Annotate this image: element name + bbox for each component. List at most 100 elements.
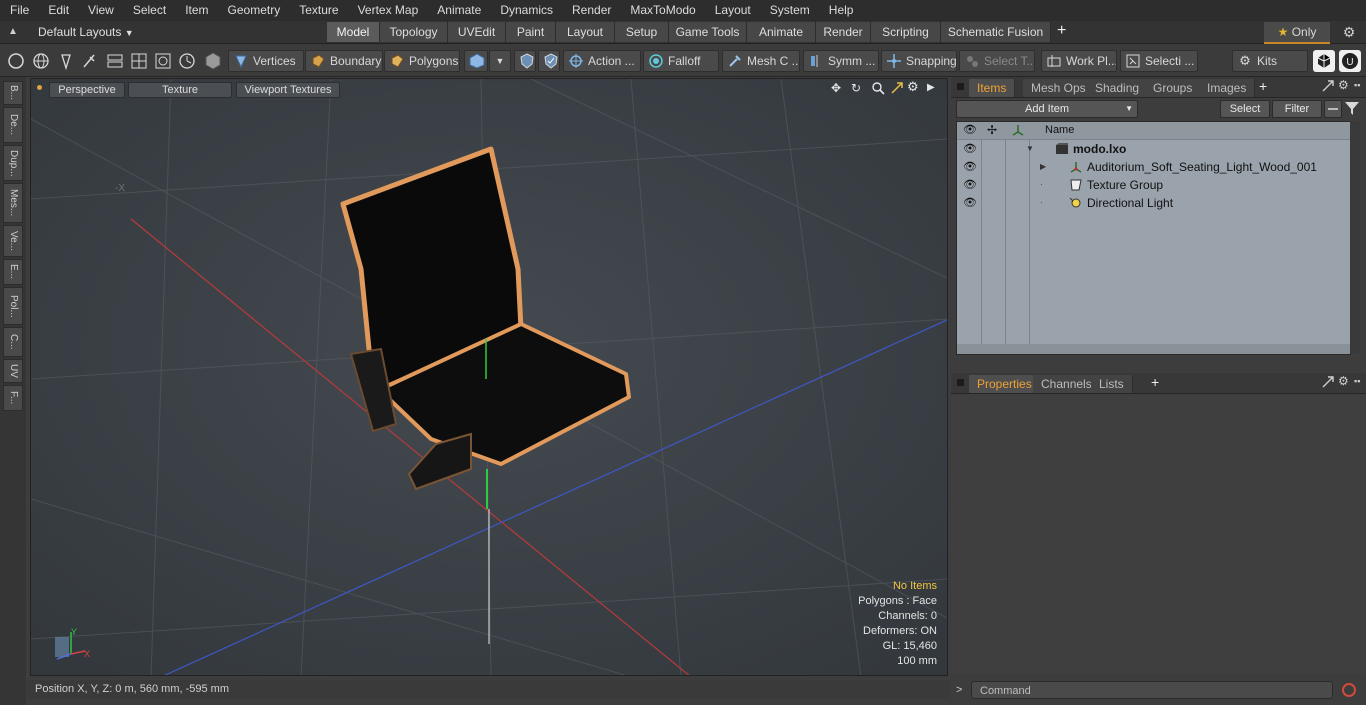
- tab-model[interactable]: Model: [327, 22, 380, 42]
- tab-properties[interactable]: Properties: [969, 375, 1041, 393]
- menu-maxtomodo[interactable]: MaxToModo: [620, 0, 704, 21]
- circle-select-icon[interactable]: [6, 51, 26, 71]
- tree-row[interactable]: 👁 · Directional Light: [957, 194, 1350, 212]
- menu-render[interactable]: Render: [562, 0, 620, 21]
- select-button[interactable]: Select: [1220, 100, 1270, 118]
- menu-edit[interactable]: Edit: [38, 0, 78, 21]
- menu-help[interactable]: Help: [819, 0, 863, 21]
- snapping-button[interactable]: Snapping: [881, 50, 957, 72]
- vertices-button[interactable]: Vertices: [228, 50, 304, 72]
- visibility-eye-icon[interactable]: 👁: [963, 176, 977, 194]
- item-mode-button[interactable]: [464, 50, 488, 72]
- tab-images[interactable]: Images: [1199, 79, 1256, 97]
- tree-row[interactable]: 👁 · Texture Group: [957, 176, 1350, 194]
- tab-game-tools[interactable]: Game Tools: [669, 22, 747, 42]
- horizontal-scrollbar[interactable]: [957, 344, 1350, 354]
- left-tab-8[interactable]: UV: [3, 359, 23, 383]
- bevel-icon[interactable]: [153, 51, 173, 71]
- tab-setup[interactable]: Setup: [615, 22, 669, 42]
- add-item-button[interactable]: Add Item ▼: [956, 100, 1138, 118]
- tree-dot-icon[interactable]: ·: [1040, 176, 1043, 194]
- viewport-gear-icon[interactable]: ⚙: [907, 80, 921, 94]
- viewport-dot-icon[interactable]: [37, 85, 42, 90]
- select-through-button[interactable]: Select T...: [959, 50, 1035, 72]
- tab-paint[interactable]: Paint: [506, 22, 556, 42]
- command-input[interactable]: Command: [971, 681, 1333, 699]
- properties-menu-icon[interactable]: [957, 379, 964, 386]
- expand-arrow-icon[interactable]: ▶: [1040, 158, 1046, 176]
- items-more-icon[interactable]: ▪▪: [1354, 78, 1364, 92]
- expand-items-icon[interactable]: [1322, 79, 1334, 93]
- tab-topology[interactable]: Topology: [380, 22, 448, 42]
- visibility-eye-icon[interactable]: 👁: [963, 140, 977, 158]
- expand-properties-icon[interactable]: [1322, 375, 1334, 389]
- filter-button[interactable]: Filter: [1272, 100, 1322, 118]
- vertical-scrollbar[interactable]: [1350, 121, 1360, 353]
- falloff-button[interactable]: Falloff: [643, 50, 719, 72]
- gear-icon[interactable]: ⚙: [1340, 23, 1358, 41]
- tab-schematic-fusion[interactable]: Schematic Fusion: [941, 22, 1051, 42]
- pan-icon[interactable]: ✥: [831, 81, 845, 95]
- visibility-eye-icon[interactable]: 👁: [963, 194, 977, 212]
- left-tab-2[interactable]: Dup...: [3, 145, 23, 181]
- visibility-eye-icon[interactable]: 👁: [963, 158, 977, 176]
- panel-menu-icon[interactable]: [957, 83, 964, 90]
- tab-groups[interactable]: Groups: [1145, 79, 1202, 97]
- funnel-icon[interactable]: [1344, 100, 1360, 116]
- tab-lists[interactable]: Lists: [1091, 375, 1133, 393]
- record-icon[interactable]: [1340, 681, 1358, 699]
- tab-scripting[interactable]: Scripting: [871, 22, 941, 42]
- layout-selector[interactable]: Default Layouts ▼: [38, 24, 134, 40]
- command-arrow-icon[interactable]: >: [956, 683, 966, 697]
- viewport-textures-button[interactable]: Viewport Textures: [236, 82, 340, 98]
- properties-gear-icon[interactable]: ⚙: [1338, 374, 1352, 388]
- left-tab-5[interactable]: E...: [3, 259, 23, 285]
- left-tab-0[interactable]: B...: [3, 81, 23, 105]
- tree-row[interactable]: 👁 ▼ modo.lxo: [957, 140, 1350, 158]
- shade-cube-icon[interactable]: [203, 51, 223, 71]
- left-tab-9[interactable]: F...: [3, 385, 23, 411]
- menu-file[interactable]: File: [0, 0, 38, 21]
- tab-shading[interactable]: Shading: [1087, 79, 1149, 97]
- action-center-button[interactable]: Action ...: [563, 50, 641, 72]
- mesh-cleanup-button[interactable]: Mesh C ...: [722, 50, 800, 72]
- only-toggle[interactable]: ★ Only: [1264, 22, 1330, 44]
- tab-render[interactable]: Render: [816, 22, 871, 42]
- rotate-icon[interactable]: ↻: [851, 81, 865, 95]
- view-mode-button[interactable]: Perspective: [49, 82, 125, 98]
- tree-row[interactable]: 👁 ▶ Auditorium_Soft_Seating_Light_Wood_001: [957, 158, 1350, 176]
- menu-select[interactable]: Select: [123, 0, 175, 21]
- menu-layout[interactable]: Layout: [705, 0, 760, 21]
- symmetry-button[interactable]: Symm ...: [803, 50, 879, 72]
- menu-dynamics[interactable]: Dynamics: [490, 0, 562, 21]
- menu-system[interactable]: System: [760, 0, 819, 21]
- pen-tool-icon[interactable]: [56, 51, 76, 71]
- menu-view[interactable]: View: [78, 0, 123, 21]
- menu-texture[interactable]: Texture: [289, 0, 347, 21]
- selection-sets-button[interactable]: Selecti ...: [1120, 50, 1198, 72]
- shading-mode-button[interactable]: Texture: [128, 82, 232, 98]
- play-arrow-icon[interactable]: ▶: [927, 81, 937, 95]
- tab-uvedit[interactable]: UVEdit: [448, 22, 506, 42]
- unity-icon[interactable]: [1313, 50, 1335, 72]
- sym-a-button[interactable]: [514, 50, 536, 72]
- properties-more-icon[interactable]: ▪▪: [1354, 374, 1364, 388]
- layout-up-icon[interactable]: ▲: [6, 25, 20, 39]
- 3d-viewport[interactable]: Y X -X Perspective Texture Viewport Text…: [30, 78, 948, 676]
- collapse-icon[interactable]: [1324, 100, 1342, 118]
- brush-icon[interactable]: [80, 51, 100, 71]
- kits-button[interactable]: ⚙ Kits: [1232, 50, 1308, 72]
- tab-mesh-ops[interactable]: Mesh Ops: [1023, 79, 1095, 97]
- menu-geometry[interactable]: Geometry: [218, 0, 290, 21]
- boundary-button[interactable]: Boundary: [305, 50, 383, 72]
- zoom-icon[interactable]: [871, 81, 885, 95]
- tree-dot-icon[interactable]: ·: [1040, 194, 1043, 212]
- menu-item[interactable]: Item: [175, 0, 217, 21]
- add-items-tab-icon[interactable]: +: [1259, 76, 1267, 96]
- mode-dropdown-button[interactable]: ▼: [489, 50, 511, 72]
- bridge-icon[interactable]: [105, 51, 125, 71]
- left-tab-4[interactable]: Ve...: [3, 225, 23, 257]
- work-plane-button[interactable]: Work Pl...: [1041, 50, 1117, 72]
- clock-icon[interactable]: [177, 51, 197, 71]
- left-tab-7[interactable]: C...: [3, 327, 23, 357]
